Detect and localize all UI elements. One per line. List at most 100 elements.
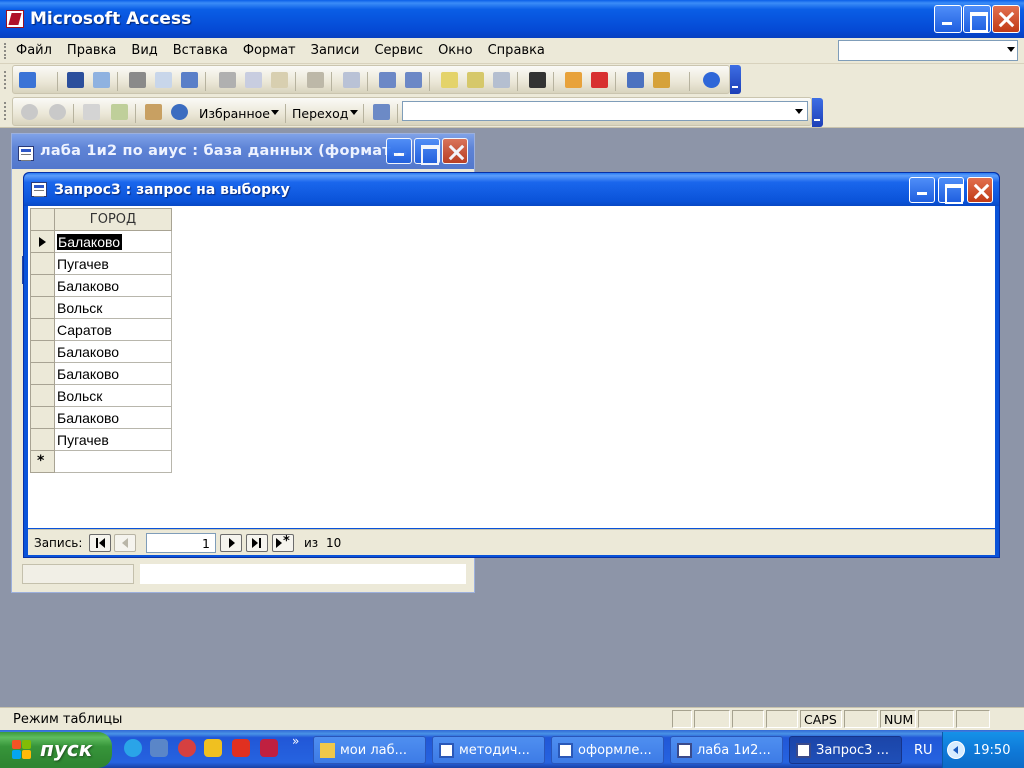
print-icon[interactable] (129, 72, 146, 88)
row-selector[interactable] (30, 274, 55, 297)
taskbar-item-word1[interactable]: методич... (432, 736, 545, 764)
chevron-down-icon[interactable] (675, 72, 684, 88)
goto-menu[interactable]: Переход (292, 106, 348, 121)
current-record-input[interactable]: 1 (146, 533, 216, 553)
help-icon[interactable] (703, 72, 720, 88)
apply-filter-icon[interactable] (493, 72, 510, 88)
db-maximize-button[interactable] (414, 138, 440, 165)
app-shortcut-icon[interactable] (260, 739, 278, 757)
chevron-down-icon[interactable] (271, 110, 279, 115)
search-web-icon[interactable] (171, 104, 188, 120)
undo-icon[interactable] (307, 72, 324, 88)
db-list-pane[interactable] (140, 564, 466, 584)
language-indicator[interactable]: RU (914, 743, 933, 758)
app-close-button[interactable] (992, 5, 1020, 33)
file-search-icon[interactable] (93, 72, 110, 88)
menu-insert[interactable]: Вставка (173, 43, 228, 58)
app-title-bar[interactable]: Microsoft Access (0, 0, 1024, 38)
media-player-icon[interactable] (124, 739, 142, 757)
city-cell[interactable]: Балаково (54, 406, 172, 429)
row-selector[interactable] (30, 318, 55, 341)
sort-ascending-icon[interactable] (379, 72, 396, 88)
row-selector[interactable] (30, 296, 55, 319)
flash-icon[interactable] (204, 739, 222, 757)
new-city-cell[interactable] (54, 450, 172, 473)
hyperlink-icon[interactable] (343, 72, 360, 88)
toolbar-options-button[interactable] (812, 98, 823, 127)
chevron-down-icon[interactable] (350, 110, 358, 115)
refresh-icon[interactable] (111, 104, 128, 120)
help-search-input[interactable] (838, 40, 1018, 61)
taskbar-item-folder[interactable]: мои лаб... (313, 736, 426, 764)
delete-record-icon[interactable] (591, 72, 608, 88)
last-record-button[interactable] (246, 534, 268, 552)
query-minimize-button[interactable] (909, 177, 935, 203)
row-selector[interactable] (30, 384, 55, 407)
query-maximize-button[interactable] (938, 177, 964, 204)
chevron-down-icon[interactable] (795, 109, 803, 114)
stop-icon[interactable] (83, 104, 100, 120)
first-record-button[interactable] (89, 534, 111, 552)
sort-descending-icon[interactable] (405, 72, 422, 88)
database-window-title-bar[interactable]: лаба 1и2 по аиус : база данных (формат..… (12, 134, 474, 169)
acrobat-icon[interactable] (232, 739, 250, 757)
quicklaunch-more-button[interactable]: » (292, 734, 299, 748)
menu-view[interactable]: Вид (131, 43, 157, 58)
spelling-icon[interactable] (181, 72, 198, 88)
column-header-city[interactable]: ГОРОД (54, 208, 172, 231)
city-cell[interactable]: Балаково (54, 230, 172, 253)
taskbar-item-database[interactable]: лаба 1и2... (670, 736, 783, 764)
new-record-icon[interactable] (565, 72, 582, 88)
city-cell[interactable]: Балаково (54, 274, 172, 297)
forward-icon[interactable] (49, 104, 66, 120)
view-icon[interactable] (19, 72, 36, 88)
menu-edit[interactable]: Правка (67, 43, 116, 58)
menu-help[interactable]: Справка (488, 43, 545, 58)
filter-by-selection-icon[interactable] (441, 72, 458, 88)
city-cell[interactable]: Вольск (54, 296, 172, 319)
row-selector[interactable] (30, 362, 55, 385)
toolbar-options-button[interactable] (730, 65, 741, 94)
cut-icon[interactable] (219, 72, 236, 88)
row-selector[interactable] (30, 252, 55, 275)
find-icon[interactable] (529, 72, 546, 88)
db-minimize-button[interactable] (386, 138, 412, 164)
city-cell[interactable]: Вольск (54, 384, 172, 407)
database-window-icon[interactable] (627, 72, 644, 88)
show-hidden-icons-button[interactable] (947, 741, 965, 759)
city-cell[interactable]: Балаково (54, 362, 172, 385)
query-icon[interactable] (31, 182, 47, 197)
print-preview-icon[interactable] (155, 72, 172, 88)
db-objects-pane[interactable] (22, 564, 134, 584)
database-icon[interactable] (18, 146, 34, 161)
filter-by-form-icon[interactable] (467, 72, 484, 88)
query-window-title-bar[interactable]: Запрос3 : запрос на выборку (24, 173, 999, 206)
show-only-web-toolbar-icon[interactable] (373, 104, 390, 120)
app-maximize-button[interactable] (963, 5, 991, 33)
toolbar-grip[interactable] (4, 71, 7, 89)
chevron-down-icon[interactable] (1007, 47, 1015, 52)
opera-icon[interactable] (178, 739, 196, 757)
toolbar-grip[interactable] (4, 102, 7, 120)
new-record-nav-button[interactable]: * (272, 534, 294, 552)
taskbar-item-word2[interactable]: оформле... (551, 736, 664, 764)
menubar-grip[interactable] (4, 43, 7, 59)
new-row-selector[interactable]: * (30, 450, 55, 473)
menu-window[interactable]: Окно (438, 43, 473, 58)
copy-icon[interactable] (245, 72, 262, 88)
city-cell[interactable]: Пугачев (54, 428, 172, 451)
favorites-menu[interactable]: Избранное (199, 106, 270, 121)
start-button[interactable]: пуск (0, 732, 112, 768)
paste-icon[interactable] (271, 72, 288, 88)
city-cell[interactable]: Балаково (54, 340, 172, 363)
city-cell[interactable]: Пугачев (54, 252, 172, 275)
select-all-corner[interactable] (30, 208, 55, 231)
menu-format[interactable]: Формат (243, 43, 296, 58)
chevron-down-icon[interactable] (41, 72, 50, 88)
home-icon[interactable] (145, 104, 162, 120)
datasheet-area[interactable]: ГОРОД Балаково Пугачев Балаково Вольск С… (28, 206, 995, 528)
new-object-icon[interactable] (653, 72, 670, 88)
taskbar-item-query[interactable]: Запрос3 ... (789, 736, 902, 764)
back-icon[interactable] (21, 104, 38, 120)
row-selector[interactable] (30, 230, 55, 253)
